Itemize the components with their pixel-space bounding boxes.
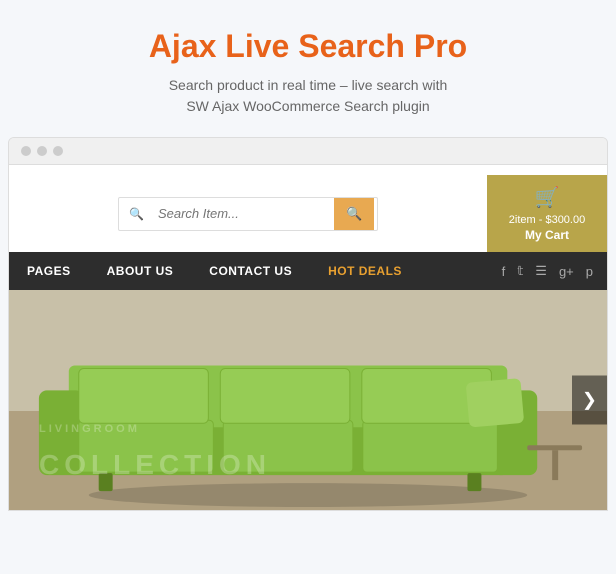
twitter-icon[interactable]: 𝕥 [511,255,529,287]
hero-area: LIVINGROOM COLLECTION ❯ [9,290,607,510]
rss-icon[interactable]: ☰ [529,255,553,287]
search-area: 🔍 🔍 [9,175,487,252]
nav-item-pages[interactable]: PAGES [9,252,89,290]
browser-dot-red [21,146,31,156]
hero-text-line1: LIVINGROOM [39,423,140,435]
nav-left: PAGES ABOUT US CONTACT US HOT DEALS [9,252,496,290]
search-box: 🔍 🔍 [118,197,378,231]
site-header: 🔍 🔍 🛒 2item - $300.00 My Cart [9,165,607,252]
hero-next-button[interactable]: ❯ [572,376,607,425]
googleplus-icon[interactable]: g+ [553,256,580,287]
cart-icon: 🛒 [535,185,560,210]
search-icon: 🔍 [119,199,154,229]
cart-info: 2item - $300.00 [509,213,585,228]
hero-text-overlay: LIVINGROOM COLLECTION [39,420,271,490]
browser-mockup: 🔍 🔍 🛒 2item - $300.00 My Cart PAGES ABOU… [8,137,608,511]
pinterest-icon[interactable]: p [580,256,599,287]
cart-label: My Cart [525,228,569,242]
browser-dot-green [53,146,63,156]
cart-widget[interactable]: 🛒 2item - $300.00 My Cart [487,175,607,252]
nav-item-contact[interactable]: CONTACT US [191,252,310,290]
page-header: Ajax Live Search Pro Search product in r… [0,0,616,137]
facebook-icon[interactable]: f [496,256,512,287]
browser-dot-yellow [37,146,47,156]
hero-text-line2: COLLECTION [39,440,271,490]
nav-social: f 𝕥 ☰ g+ p [496,255,607,287]
nav-item-hotdeals[interactable]: HOT DEALS [310,252,420,290]
page-subtitle: Search product in real time – live searc… [20,75,596,117]
nav-item-about[interactable]: ABOUT US [89,252,192,290]
browser-bar [9,138,607,165]
page-title: Ajax Live Search Pro [20,28,596,65]
search-button[interactable]: 🔍 [334,198,374,230]
nav-bar: PAGES ABOUT US CONTACT US HOT DEALS f 𝕥 … [9,252,607,290]
search-input[interactable] [154,198,334,229]
